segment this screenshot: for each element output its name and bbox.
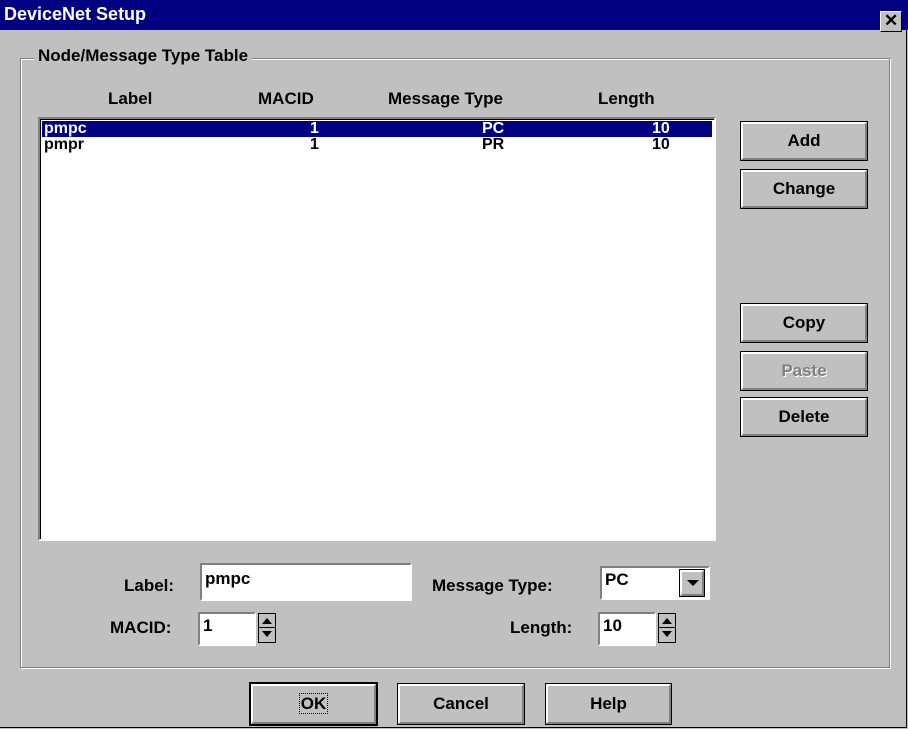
column-header-length: Length: [598, 89, 655, 108]
close-button[interactable]: ✕: [880, 11, 902, 32]
delete-button[interactable]: Delete: [740, 397, 868, 437]
row-message-type: PC: [482, 120, 505, 137]
row-length: 10: [652, 120, 670, 137]
length-caption: Length:: [510, 618, 573, 637]
label-input[interactable]: pmpc: [200, 563, 412, 601]
node-message-listbox[interactable]: pmpc 1 PC 10 pmpr 1 PR 10: [38, 117, 716, 541]
row-label: pmpr: [44, 136, 84, 153]
chevron-down-icon: [687, 580, 699, 586]
add-button[interactable]: Add: [740, 121, 868, 161]
ok-label: OK: [298, 693, 329, 714]
ok-button[interactable]: OK: [249, 682, 378, 726]
devicenet-setup-dialog: DeviceNet Setup ✕ Node/Message Type Tabl…: [0, 0, 908, 728]
table-row[interactable]: pmpr 1 PR 10: [42, 137, 712, 153]
column-header-macid: MACID: [258, 89, 314, 108]
change-button[interactable]: Change: [740, 169, 868, 209]
row-message-type: PR: [482, 136, 505, 153]
row-macid: 1: [310, 120, 319, 137]
window-title: DeviceNet Setup: [4, 4, 147, 24]
help-button[interactable]: Help: [545, 683, 672, 725]
group-title: Node/Message Type Table: [34, 46, 253, 66]
column-header-message-type: Message Type: [388, 89, 503, 108]
paste-button[interactable]: Paste: [740, 351, 868, 391]
message-type-value: PC: [605, 570, 629, 589]
macid-spin-icon[interactable]: [258, 613, 276, 643]
copy-button[interactable]: Copy: [740, 303, 868, 343]
table-row[interactable]: pmpc 1 PC 10: [42, 121, 712, 137]
cancel-button[interactable]: Cancel: [397, 683, 525, 725]
macid-caption: MACID:: [110, 618, 172, 637]
row-macid: 1: [310, 136, 319, 153]
macid-input[interactable]: 1: [198, 612, 256, 646]
message-type-dropdown-button[interactable]: [679, 569, 705, 597]
column-header-label: Label: [108, 89, 153, 108]
row-label: pmpc: [44, 120, 87, 137]
label-caption: Label:: [124, 576, 175, 595]
row-length: 10: [652, 136, 670, 153]
close-icon: ✕: [884, 11, 899, 30]
length-spin-icon[interactable]: [658, 613, 676, 643]
title-bar: DeviceNet Setup: [0, 0, 908, 30]
length-input[interactable]: 10: [598, 612, 656, 646]
message-type-caption: Message Type:: [432, 576, 553, 595]
